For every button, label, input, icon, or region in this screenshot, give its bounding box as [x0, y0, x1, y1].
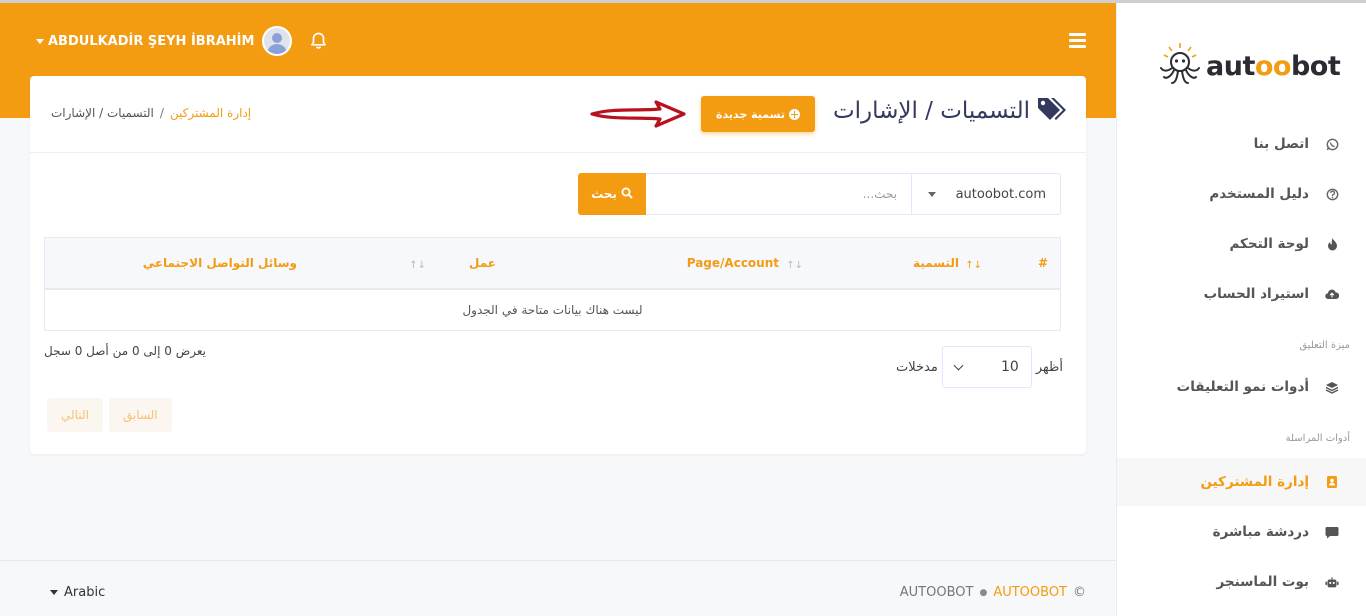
breadcrumb-current: التسميات / الإشارات — [51, 106, 154, 120]
sidebar-item-label: استيراد الحساب — [1203, 286, 1309, 302]
breadcrumb: إدارة المشتركين / التسميات / الإشارات — [51, 106, 251, 120]
domain-select[interactable]: autoobot.com — [911, 173, 1061, 215]
logo-text: autoobot — [1206, 50, 1341, 82]
labels-table: # ↑↓ التسمية ↑↓ Page/Account عمل ↑↓ وسائ… — [44, 237, 1061, 331]
previous-page-button[interactable]: السابق — [108, 398, 172, 432]
sidebar-item-contact-us[interactable]: اتصل بنا — [1117, 120, 1366, 168]
cloud-upload-icon — [1325, 288, 1339, 301]
table-body: ليست هناك بيانات متاحة في الجدول — [45, 290, 1060, 330]
address-card-icon — [1325, 475, 1339, 489]
search-button-label: بحث — [591, 187, 617, 201]
language-selector[interactable]: Arabic — [50, 585, 105, 600]
sort-icon[interactable]: ↑↓ — [786, 260, 803, 271]
hamburger-menu-icon[interactable] — [1069, 33, 1086, 51]
breadcrumb-subscribers-link[interactable]: إدارة المشتركين — [170, 106, 251, 120]
entries-label: مدخلات — [896, 359, 938, 375]
sidebar: autoobot اتصل بنا دليل المستخدم لوحة الت… — [1116, 3, 1366, 616]
language-label: Arabic — [64, 585, 106, 600]
page-length-value: 10 — [1001, 359, 1019, 375]
annotation-arrow — [590, 98, 686, 134]
footer-brand: AUTOOBOT — [899, 585, 974, 600]
sidebar-item-label: إدارة المشتركين — [1200, 474, 1309, 490]
caret-down-icon — [928, 191, 936, 197]
empty-table-message: ليست هناك بيانات متاحة في الجدول — [462, 303, 643, 317]
user-menu[interactable]: ABDULKADİR ŞEYH İBRAHİM — [36, 25, 293, 57]
comment-icon — [1325, 526, 1339, 539]
sidebar-item-messenger-bot[interactable]: بوت الماسنجر — [1117, 558, 1366, 606]
copyright-symbol: © — [1073, 585, 1086, 600]
search-button[interactable]: بحث — [578, 173, 646, 215]
sidebar-section-messaging-tools: أدوات المراسلة — [1285, 433, 1350, 444]
column-header-action[interactable]: عمل — [469, 256, 496, 270]
caret-down-icon — [36, 38, 44, 44]
table-info: يعرض 0 إلى 0 من أصل 0 سجل — [44, 344, 206, 358]
sidebar-item-import-account[interactable]: استيراد الحساب — [1117, 270, 1366, 318]
main-card: إدارة المشتركين / التسميات / الإشارات تسمي… — [30, 76, 1086, 454]
show-label: أظهر — [1035, 359, 1063, 375]
sidebar-item-label: اتصل بنا — [1253, 136, 1309, 152]
sidebar-item-dashboard[interactable]: لوحة التحكم — [1117, 220, 1366, 268]
card-header: إدارة المشتركين / التسميات / الإشارات تسمي… — [30, 76, 1086, 153]
sort-asc-icon[interactable]: ↑↓ — [965, 260, 982, 271]
column-header-number[interactable]: # — [1038, 256, 1048, 270]
column-header-label[interactable]: التسمية — [913, 256, 959, 270]
sidebar-item-subscriber-manager[interactable]: إدارة المشتركين — [1117, 458, 1366, 506]
new-label-button-text: تسمية جديدة — [716, 107, 785, 121]
chevron-down-icon — [953, 360, 964, 370]
footer-dot-separator: ● — [979, 587, 988, 598]
page-length-select[interactable]: 10 — [941, 346, 1032, 388]
new-label-button[interactable]: تسمية جديدة — [701, 96, 815, 132]
page-title: التسميات / الإشارات — [832, 98, 1030, 124]
octopus-bulb-icon — [1157, 41, 1203, 91]
sidebar-item-label: لوحة التحكم — [1229, 236, 1309, 252]
search-bar: بحث autoobot.com — [578, 173, 1061, 215]
column-header-social-media[interactable]: وسائل التواصل الاجتماعي — [143, 256, 297, 270]
sidebar-item-label: دردشة مباشرة — [1212, 524, 1309, 540]
footer-brand-link[interactable]: AUTOOBOT — [993, 585, 1067, 600]
page-length-control: أظهر 10 مدخلات — [896, 346, 1063, 388]
avatar — [262, 26, 293, 56]
copyright: AUTOOBOT ● AUTOOBOT © — [900, 585, 1086, 600]
sidebar-item-label: أدوات نمو التعليقات — [1176, 379, 1309, 395]
question-circle-icon — [1325, 188, 1339, 201]
footer: Arabic AUTOOBOT ● AUTOOBOT © — [0, 560, 1116, 616]
sidebar-item-label: بوت الماسنجر — [1216, 574, 1309, 590]
fire-icon — [1325, 237, 1339, 251]
sidebar-section-comment-feature: ميزة التعليق — [1299, 340, 1350, 351]
sidebar-item-live-chat[interactable]: دردشة مباشرة — [1117, 508, 1366, 556]
user-name: ABDULKADİR ŞEYH İBRAHİM — [48, 33, 255, 49]
sidebar-item-user-guide[interactable]: دليل المستخدم — [1117, 170, 1366, 218]
plus-circle-icon — [788, 108, 800, 120]
sort-icon[interactable]: ↑↓ — [409, 260, 426, 271]
whatsapp-icon — [1325, 138, 1339, 151]
search-input[interactable] — [660, 187, 897, 201]
pagination: التالي السابق — [47, 398, 172, 432]
tags-icon — [1036, 96, 1066, 126]
caret-down-icon — [50, 590, 58, 595]
sidebar-item-label: دليل المستخدم — [1209, 186, 1309, 202]
robot-icon — [1325, 576, 1339, 589]
sidebar-item-comment-growth-tools[interactable]: أدوات نمو التعليقات — [1117, 363, 1366, 411]
next-page-button[interactable]: التالي — [47, 398, 103, 432]
layers-icon — [1325, 381, 1339, 394]
page-title-group: التسميات / الإشارات — [833, 96, 1066, 126]
search-icon — [621, 187, 633, 202]
column-header-page-account[interactable]: Page/Account — [687, 256, 779, 270]
domain-select-value: autoobot.com — [955, 186, 1046, 202]
breadcrumb-separator: / — [159, 106, 164, 120]
table-header: # ↑↓ التسمية ↑↓ Page/Account عمل ↑↓ وسائ… — [45, 238, 1060, 290]
search-input-wrap — [646, 173, 911, 215]
logo[interactable]: autoobot — [1157, 41, 1341, 91]
bell-icon[interactable] — [310, 31, 327, 54]
